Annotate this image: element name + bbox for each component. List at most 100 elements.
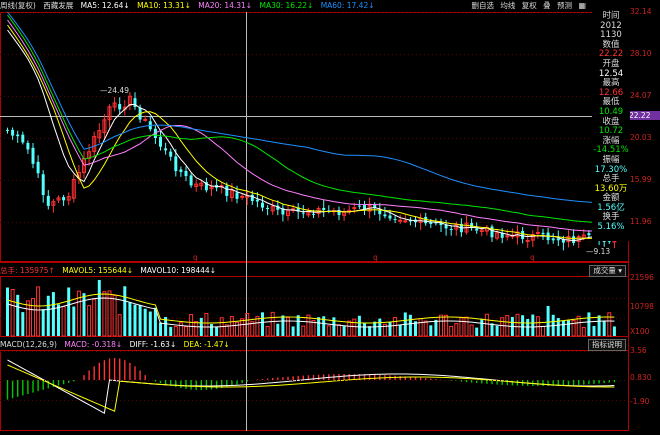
volume-bar <box>587 312 591 336</box>
volume-bar <box>296 315 300 336</box>
candle-body <box>551 238 555 241</box>
volume-header: 总手: 135975↑ MAVOL5: 155644↓ MAVOL10: 198… <box>0 265 221 276</box>
volume-bar <box>342 326 346 336</box>
candle-body <box>250 194 254 202</box>
volume-bar <box>235 321 239 337</box>
volume-bar <box>194 321 199 337</box>
volume-bar <box>21 312 25 336</box>
low-value: 9.13 <box>593 247 611 256</box>
volume-bar <box>178 322 183 337</box>
volume-bar <box>25 300 30 337</box>
volume-bar <box>148 311 152 336</box>
volume-bar <box>561 320 565 336</box>
volume-bar <box>434 319 438 336</box>
candle-body <box>449 229 453 231</box>
volume-bar <box>189 314 194 337</box>
q-marker: q <box>530 253 535 262</box>
volume-bar <box>449 325 454 337</box>
macd-value: MACD: -0.318↓ <box>64 340 123 349</box>
ma-line <box>7 24 615 240</box>
dropdown-icon: ▾ <box>618 266 622 275</box>
candle-body <box>31 147 35 164</box>
volume-bar <box>541 325 545 337</box>
volume-bar <box>464 316 469 337</box>
volume-bar <box>123 286 127 336</box>
volume-bar <box>117 314 122 337</box>
candle-body <box>475 228 479 231</box>
candle-body <box>164 148 168 151</box>
candle-body <box>572 236 576 243</box>
candle-body <box>6 129 9 131</box>
volume-bar <box>281 315 285 336</box>
volume-bar <box>261 312 264 336</box>
low-marker: —9.13 <box>586 247 611 256</box>
candle-body <box>62 197 66 201</box>
volume-bar <box>169 326 173 336</box>
volume-bar <box>67 287 71 336</box>
price-axis-label: 32.14 <box>630 7 652 16</box>
candle-body <box>26 142 30 150</box>
volume-bar <box>240 318 245 337</box>
candle-body <box>398 219 403 222</box>
volume-bar <box>61 306 66 337</box>
candle-body <box>21 134 25 143</box>
volume-bar <box>57 304 60 336</box>
candle-body <box>505 235 510 238</box>
candle-body <box>189 175 193 186</box>
volume-bar <box>301 325 306 337</box>
candle-body <box>388 215 392 219</box>
candle-body <box>179 169 183 172</box>
volume-bar <box>373 321 377 336</box>
macd-pane-border <box>0 350 629 431</box>
candle-body <box>378 210 382 215</box>
ma-line <box>7 14 615 225</box>
volume-bar <box>368 326 372 336</box>
volume-bar <box>597 315 601 336</box>
macd-axis-label: 0.830 <box>630 373 652 382</box>
volume-bar <box>337 324 341 337</box>
volume-bar <box>51 292 55 336</box>
quote-info-panel: 时间 2012 1130 数值 22.22 开盘 12.54 最高 12.66 … <box>592 11 630 241</box>
candle-body <box>255 199 259 202</box>
indicator-help-button[interactable]: 指标说明 <box>588 339 626 351</box>
volume-bar <box>36 286 41 337</box>
candle-body <box>159 136 162 147</box>
volume-bar <box>291 326 295 336</box>
volume-bar <box>495 325 499 336</box>
volume-bar <box>521 315 525 336</box>
volume-bar <box>286 316 290 337</box>
volume-bar <box>475 327 479 336</box>
candle-body <box>490 226 494 238</box>
volume-bar <box>429 325 433 336</box>
candle-body <box>118 104 122 110</box>
volume-bar <box>159 322 162 336</box>
high-value: 24.49 <box>107 86 129 95</box>
volume-bar <box>31 298 35 337</box>
macd-axis-label: 3.56 <box>630 346 647 355</box>
volume-bar <box>133 304 137 336</box>
mavol5-value: MAVOL5: 155644↓ <box>62 266 134 275</box>
volume-bar <box>265 325 270 337</box>
volume-axis-label: 21596 <box>630 273 654 282</box>
volume-bar <box>138 305 142 336</box>
volume-bar <box>581 326 586 337</box>
candle-body <box>322 207 326 211</box>
volume-bar <box>87 305 92 337</box>
volume-bar <box>143 308 147 336</box>
volume-bar <box>444 314 449 337</box>
kline-chart[interactable] <box>0 0 660 435</box>
candle-body <box>301 212 305 214</box>
candle-body <box>225 185 229 196</box>
candle-body <box>174 156 178 172</box>
q-marker: q <box>373 253 378 262</box>
volume-indicator-button[interactable]: 成交量 ▾ <box>589 265 626 277</box>
candle-body <box>184 170 188 177</box>
candle-body <box>352 207 357 210</box>
volume-bar <box>317 317 321 336</box>
candle-body <box>11 129 15 136</box>
candle-body <box>383 214 387 217</box>
volume-bar <box>480 318 484 336</box>
candle-body <box>169 151 173 157</box>
volume-bar <box>215 326 219 336</box>
volume-bar <box>469 324 474 337</box>
